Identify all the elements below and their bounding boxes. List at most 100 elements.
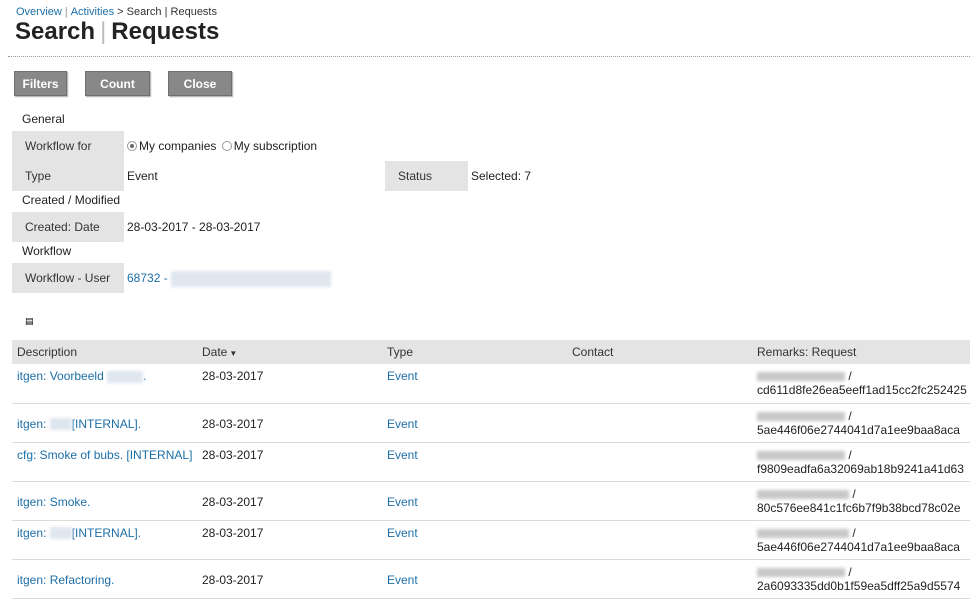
row-remark: / f9809eadfa6a32069ab18b9241a41d63 — [752, 442, 970, 482]
workflow-user-link[interactable]: 68732 - — [127, 271, 168, 285]
column-header-type[interactable]: Type — [382, 340, 567, 364]
small-table-icon[interactable]: ▤ — [25, 316, 34, 327]
workflow-for-options: My companies My subscription — [127, 139, 319, 154]
redacted-text — [49, 527, 72, 540]
remark-line-2: 80c576ee841c1fc6b7f9b38bcd78c02e — [757, 500, 961, 515]
radio-unchecked-icon — [221, 141, 232, 151]
remark-line-1: / — [852, 486, 856, 501]
type-link[interactable]: Event — [387, 495, 418, 509]
created-date-label: Created: Date — [12, 212, 124, 242]
redacted-text — [757, 372, 845, 382]
breadcrumb-separator: > — [117, 6, 124, 18]
description-link[interactable]: itgen: Voorbeeld — [17, 369, 104, 383]
filters-button[interactable]: Filters — [14, 71, 67, 96]
row-contact — [567, 403, 752, 443]
redacted-user-name — [171, 271, 332, 287]
column-header-remarks[interactable]: Remarks: Request — [752, 340, 970, 364]
radio-my-subscription[interactable]: My subscription — [221, 139, 318, 153]
workflow-section-label: Workflow — [22, 244, 72, 258]
row-remark: /5ae446f06e2744041d7a1ee9baa8aca — [752, 520, 970, 560]
redacted-text — [757, 489, 849, 499]
general-section-label: General — [22, 112, 65, 126]
column-header-date[interactable]: Date ▼ — [197, 340, 382, 364]
results-table: Description Date ▼ Type Contact Remarks: … — [12, 340, 970, 599]
row-date: 28-03-2017 — [197, 481, 382, 521]
type-link[interactable]: Event — [387, 369, 418, 383]
redacted-text — [107, 370, 144, 383]
breadcrumb: Overview | Activities > Search | Requests — [16, 6, 217, 18]
remark-line-2: cd611d8fe26ea5eeff1ad15cc2fc252425 — [757, 383, 967, 397]
table-header-row: Description Date ▼ Type Contact Remarks: … — [12, 340, 970, 364]
breadcrumb-separator: | — [164, 6, 168, 18]
type-link[interactable]: Event — [387, 417, 418, 431]
type-link[interactable]: Event — [387, 573, 418, 587]
redacted-text — [49, 418, 72, 431]
remark-line-1: / — [848, 447, 852, 462]
count-button[interactable]: Count — [85, 71, 150, 96]
radio-checked-icon — [127, 141, 137, 151]
redacted-text — [757, 567, 845, 577]
workflow-user-value[interactable]: 68732 - — [127, 271, 332, 287]
created-modified-section-label: Created / Modified — [22, 193, 121, 207]
remark-line-2: 5ae446f06e2744041d7a1ee9baa8aca — [757, 539, 960, 554]
column-header-contact[interactable]: Contact — [567, 340, 752, 364]
type-link[interactable]: Event — [387, 526, 418, 540]
row-description[interactable]: itgen: Smoke. — [12, 481, 197, 521]
column-header-description[interactable]: Description — [12, 340, 197, 364]
header-divider — [8, 56, 970, 57]
radio-my-companies[interactable]: My companies — [127, 139, 216, 153]
close-button[interactable]: Close — [168, 71, 232, 96]
breadcrumb-requests: Requests — [170, 6, 217, 18]
remark-line-1: / — [848, 564, 852, 579]
description-suffix[interactable]: [INTERNAL]. — [72, 526, 141, 540]
type-value: Event — [127, 169, 158, 183]
description-link[interactable]: itgen: Refactoring. — [17, 573, 114, 587]
workflow-user-label: Workflow - User — [12, 263, 124, 293]
description-link[interactable]: itgen: — [17, 526, 46, 540]
redacted-text — [757, 528, 849, 538]
row-description[interactable]: cfg: Smoke of bubs. [INTERNAL] — [12, 442, 197, 482]
column-header-date-label: Date — [202, 345, 228, 359]
created-date-value: 28-03-2017 - 28-03-2017 — [127, 220, 261, 234]
row-description[interactable]: itgen: [INTERNAL]. — [12, 403, 197, 443]
description-suffix[interactable]: [INTERNAL]. — [72, 417, 141, 431]
breadcrumb-search: Search — [126, 6, 162, 18]
row-type: Event — [382, 403, 567, 443]
table-row: itgen: Refactoring. 28-03-2017 Event /2a… — [12, 559, 970, 599]
remark-line-2: 2a6093335dd0b1f59ea5dff25a9d5574 — [757, 578, 961, 593]
row-type: Event — [382, 520, 567, 560]
radio-label: My companies — [139, 139, 217, 153]
remark-line-1: / — [852, 525, 856, 540]
page-title: Search | Requests — [15, 18, 219, 46]
table-row: itgen: [INTERNAL]. 28-03-2017 Event /5ae… — [12, 520, 970, 560]
description-link[interactable]: cfg: Smoke of bubs. [INTERNAL] — [17, 448, 192, 462]
row-date: 28-03-2017 — [197, 559, 382, 599]
row-remark: /80c576ee841c1fc6b7f9b38bcd78c02e — [752, 481, 970, 521]
breadcrumb-activities[interactable]: Activities — [71, 6, 114, 18]
radio-label: My subscription — [233, 139, 318, 153]
row-date: 28-03-2017 — [197, 442, 382, 482]
table-row: itgen: [INTERNAL]. 28-03-2017 Event /5ae… — [12, 403, 970, 443]
breadcrumb-separator: | — [64, 6, 68, 18]
type-link[interactable]: Event — [387, 448, 418, 462]
table-row: cfg: Smoke of bubs. [INTERNAL] 28-03-201… — [12, 442, 970, 482]
row-contact — [567, 364, 752, 404]
remark-line-2: 5ae446f06e2744041d7a1ee9baa8aca — [757, 422, 960, 437]
remark-line-1: / — [848, 408, 852, 423]
row-contact — [567, 442, 752, 482]
row-description[interactable]: itgen: Refactoring. — [12, 559, 197, 599]
description-link[interactable]: itgen: Smoke. — [17, 495, 90, 509]
row-description[interactable]: itgen: Voorbeeld . — [12, 364, 197, 404]
page-title-separator: | — [100, 18, 107, 45]
status-value[interactable]: Selected: 7 — [471, 169, 531, 183]
description-link[interactable]: itgen: — [17, 417, 46, 431]
row-date: 28-03-2017 — [197, 520, 382, 560]
description-suffix[interactable]: . — [143, 369, 146, 383]
row-description[interactable]: itgen: [INTERNAL]. — [12, 520, 197, 560]
redacted-text — [757, 450, 845, 460]
row-type: Event — [382, 364, 567, 404]
breadcrumb-overview[interactable]: Overview — [16, 6, 62, 18]
row-type: Event — [382, 442, 567, 482]
page-title-right: Requests — [111, 18, 220, 45]
status-label: Status — [385, 161, 468, 191]
